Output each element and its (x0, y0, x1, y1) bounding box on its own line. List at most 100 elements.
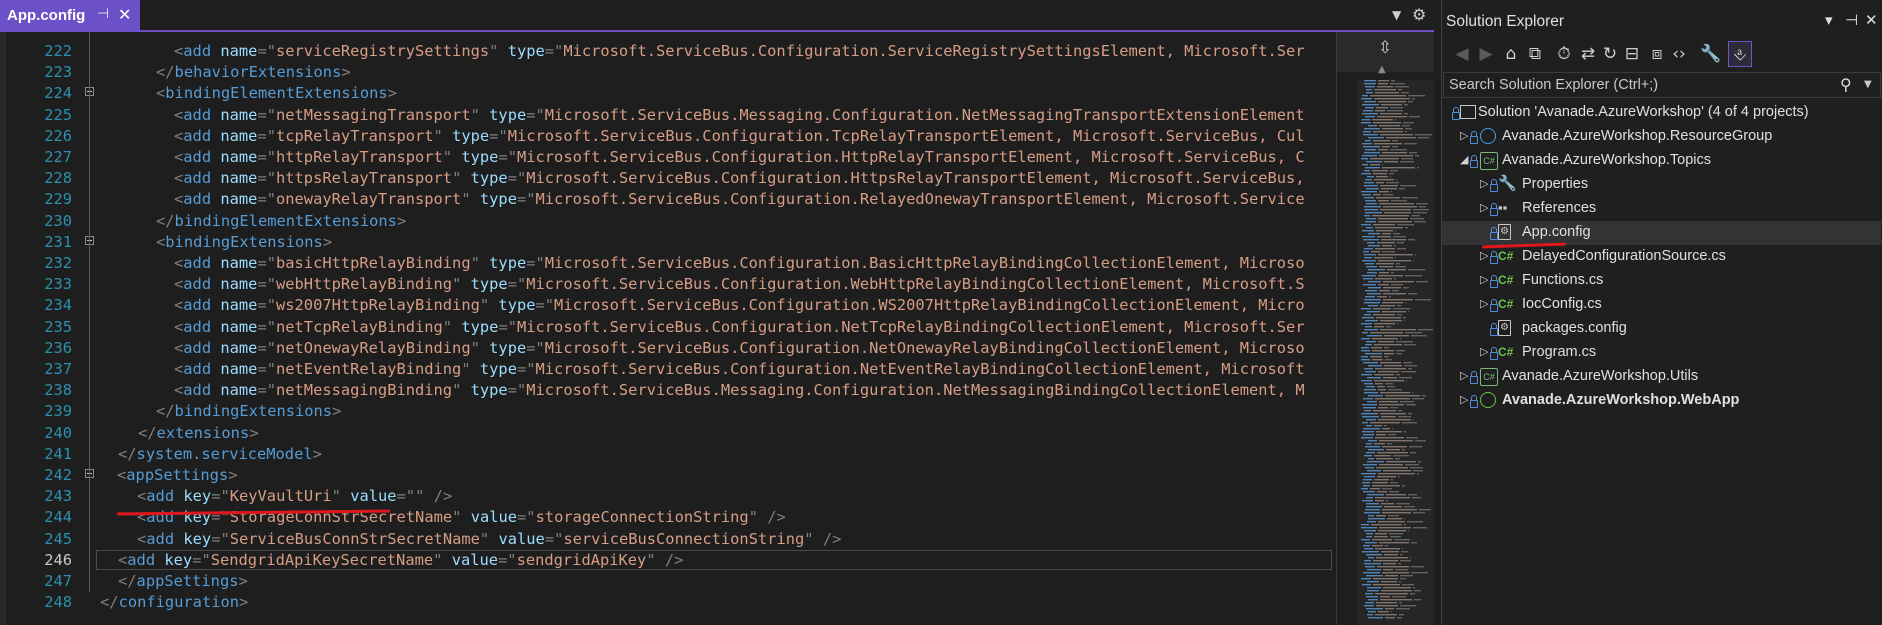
scroll-up-arrow-icon[interactable]: ▲ (1378, 64, 1386, 75)
code-line[interactable]: 236 <add name="netOnewayRelayBinding" typ… (0, 338, 1336, 359)
back-icon[interactable]: ◀ (1452, 41, 1472, 67)
tree-item[interactable]: ◢ C# Avanade.AzureWorkshop.Topics (1442, 149, 1881, 173)
code-line[interactable]: 234 <add name="ws2007HttpRelayBinding" ty… (0, 295, 1336, 316)
code-text[interactable]: <add name="serviceRegistrySettings" type… (174, 41, 1305, 62)
tree-item[interactable]: ⚙ packages.config (1442, 317, 1881, 341)
code-text[interactable]: <add key="KeyVaultUri" value="" /> (137, 486, 452, 507)
tree-item[interactable]: ▷ 🔧 Properties (1442, 173, 1881, 197)
code-text[interactable]: </system.serviceModel> (118, 444, 322, 465)
tree-item[interactable]: ▷ Avanade.AzureWorkshop.ResourceGroup (1442, 125, 1881, 149)
tab-app-config[interactable]: App.config ⊣ ✕ (0, 0, 140, 32)
properties-wrench-icon[interactable]: 🔧 (1700, 41, 1722, 67)
pin-icon[interactable]: ⊣ (97, 6, 109, 22)
close-icon[interactable]: ✕ (118, 5, 131, 24)
code-text[interactable]: <add name="webHttpRelayBinding" type="Mi… (174, 274, 1305, 295)
code-text[interactable]: <add name="netTcpRelayBinding" type="Mic… (174, 317, 1305, 338)
code-text[interactable]: <add name="httpsRelayTransport" type="Mi… (174, 168, 1305, 189)
code-line[interactable]: 226 <add name="tcpRelayTransport" type="M… (0, 126, 1336, 147)
code-line[interactable]: 238 <add name="netMessagingBinding" type=… (0, 380, 1336, 401)
code-text[interactable]: <add name="netMessagingTransport" type="… (174, 105, 1305, 126)
code-text[interactable]: <add name="httpRelayTransport" type="Mic… (174, 147, 1305, 168)
tree-item[interactable]: ▷ C# DelayedConfigurationSource.cs (1442, 245, 1881, 269)
refresh-icon[interactable]: ↻ (1600, 41, 1620, 67)
code-text[interactable]: <appSettings> (117, 465, 238, 486)
code-line[interactable]: 230 </bindingElementExtensions> (0, 211, 1336, 232)
split-window-icon[interactable]: ⇳ (1378, 38, 1392, 58)
tree-item[interactable]: ▷ C# IocConfig.cs (1442, 293, 1881, 317)
code-line[interactable]: 241 </system.serviceModel> (0, 444, 1336, 465)
code-line[interactable]: 227 <add name="httpRelayTransport" type="… (0, 147, 1336, 168)
forward-icon[interactable]: ▶ (1476, 41, 1496, 67)
code-line[interactable]: 225 <add name="netMessagingTransport" typ… (0, 105, 1336, 126)
tree-item[interactable]: Solution 'Avanade.AzureWorkshop' (4 of 4… (1442, 101, 1881, 125)
collapsed-arrow-icon[interactable]: ▷ (1480, 201, 1488, 214)
gear-icon[interactable]: ⚙ (1412, 5, 1426, 24)
collapsed-arrow-icon[interactable]: ▷ (1480, 297, 1488, 310)
tree-item[interactable]: ▷ C# Functions.cs (1442, 269, 1881, 293)
code-line[interactable]: 231 <bindingExtensions> (0, 232, 1336, 253)
code-line[interactable]: 237 <add name="netEventRelayBinding" type… (0, 359, 1336, 380)
close-icon[interactable]: ✕ (1865, 11, 1878, 29)
show-all-files-icon[interactable]: ⧈ (1646, 41, 1668, 67)
tree-item[interactable]: ▷ C# Avanade.AzureWorkshop.Utils (1442, 365, 1881, 389)
code-line[interactable]: 243 <add key="KeyVaultUri" value="" /> (0, 486, 1336, 507)
code-text[interactable]: <bindingElementExtensions> (156, 83, 397, 104)
code-line[interactable]: 246 <add key="SendgridApiKeySecretName" v… (0, 549, 1336, 571)
view-code-icon[interactable]: ‹› (1668, 41, 1690, 67)
code-text[interactable]: <add name="basicHttpRelayBinding" type="… (174, 253, 1305, 274)
code-line[interactable]: 248 </configuration> (0, 592, 1336, 613)
collapsed-arrow-icon[interactable]: ▷ (1460, 393, 1468, 406)
code-text[interactable]: </bindingElementExtensions> (156, 211, 406, 232)
collapsed-arrow-icon[interactable]: ▷ (1460, 129, 1468, 142)
switch-views-icon[interactable]: ⧉ (1524, 41, 1546, 67)
code-line[interactable]: 223 </behaviorExtensions> (0, 62, 1336, 83)
code-text[interactable]: <add name="onewayRelayTransport" type="M… (174, 189, 1305, 210)
code-line[interactable]: 229 <add name="onewayRelayTransport" type… (0, 189, 1336, 210)
auto-hide-pin-icon[interactable]: ⊣ (1845, 11, 1858, 29)
search-options-dropdown-icon[interactable]: ▼ (1864, 79, 1872, 90)
code-text[interactable]: <add key="SendgridApiKeySecretName" valu… (118, 550, 683, 571)
collapsed-arrow-icon[interactable]: ▷ (1480, 345, 1488, 358)
tree-item[interactable]: ▷ ▪▪ References (1442, 197, 1881, 221)
code-text[interactable]: <bindingExtensions> (156, 232, 332, 253)
code-text[interactable]: <add name="tcpRelayTransport" type="Micr… (174, 126, 1305, 147)
preview-selected-icon[interactable]: ⎀ (1728, 41, 1752, 67)
code-line[interactable]: 228 <add name="httpsRelayTransport" type=… (0, 168, 1336, 189)
tab-dropdown-icon[interactable]: ▼ (1392, 8, 1401, 22)
code-text[interactable]: </behaviorExtensions> (156, 62, 351, 83)
code-text[interactable]: <add name="netEventRelayBinding" type="M… (174, 359, 1305, 380)
code-line[interactable]: 224 <bindingElementExtensions> (0, 83, 1336, 104)
expanded-arrow-icon[interactable]: ◢ (1460, 153, 1468, 166)
code-line[interactable]: 235 <add name="netTcpRelayBinding" type="… (0, 317, 1336, 338)
search-input[interactable]: Search Solution Explorer (Ctrl+;) (1449, 77, 1658, 93)
search-icon[interactable]: ⚲ (1840, 75, 1852, 94)
code-minimap[interactable] (1357, 80, 1434, 625)
home-icon[interactable]: ⌂ (1500, 41, 1522, 67)
code-line[interactable]: 240 </extensions> (0, 423, 1336, 444)
code-text[interactable]: <add name="netOnewayRelayBinding" type="… (174, 338, 1305, 359)
code-text[interactable]: </extensions> (138, 423, 259, 444)
minimap-viewport[interactable] (1357, 80, 1434, 625)
collapsed-arrow-icon[interactable]: ▷ (1460, 369, 1468, 382)
code-line[interactable]: 222 <add name="serviceRegistrySettings" t… (0, 41, 1336, 62)
code-text[interactable]: <add key="ServiceBusConnStrSecretName" v… (137, 529, 841, 550)
collapsed-arrow-icon[interactable]: ▷ (1480, 249, 1488, 262)
tree-item[interactable]: ▷ C# Program.cs (1442, 341, 1881, 365)
tree-item-selected[interactable]: ⚙ App.config (1442, 221, 1881, 245)
search-box[interactable]: Search Solution Explorer (Ctrl+;) ⚲ ▼ (1443, 72, 1881, 98)
code-text[interactable]: <add name="netMessagingBinding" type="Mi… (174, 380, 1305, 401)
code-text[interactable]: </bindingExtensions> (156, 401, 341, 422)
sync-icon[interactable]: ⇄ (1578, 41, 1598, 67)
collapsed-arrow-icon[interactable]: ▷ (1480, 273, 1488, 286)
code-text[interactable]: </configuration> (100, 592, 248, 613)
code-editor[interactable]: App.config ⊣ ✕ ▼ ⚙ 222 <add name="service… (0, 0, 1434, 625)
code-text[interactable]: </appSettings> (118, 571, 248, 592)
code-area[interactable]: 222 <add name="serviceRegistrySettings" t… (0, 32, 1336, 625)
collapse-all-icon[interactable]: ⊟ (1622, 41, 1642, 67)
code-text[interactable]: <add name="ws2007HttpRelayBinding" type=… (174, 295, 1305, 316)
panel-dropdown-icon[interactable]: ▾ (1825, 11, 1833, 29)
code-line[interactable]: 233 <add name="webHttpRelayBinding" type=… (0, 274, 1336, 295)
code-line[interactable]: 242 <appSettings> (0, 465, 1336, 486)
code-line[interactable]: 247 </appSettings> (0, 571, 1336, 592)
code-line[interactable]: 244 <add key="StorageConnStrSecretName" v… (0, 507, 1336, 528)
